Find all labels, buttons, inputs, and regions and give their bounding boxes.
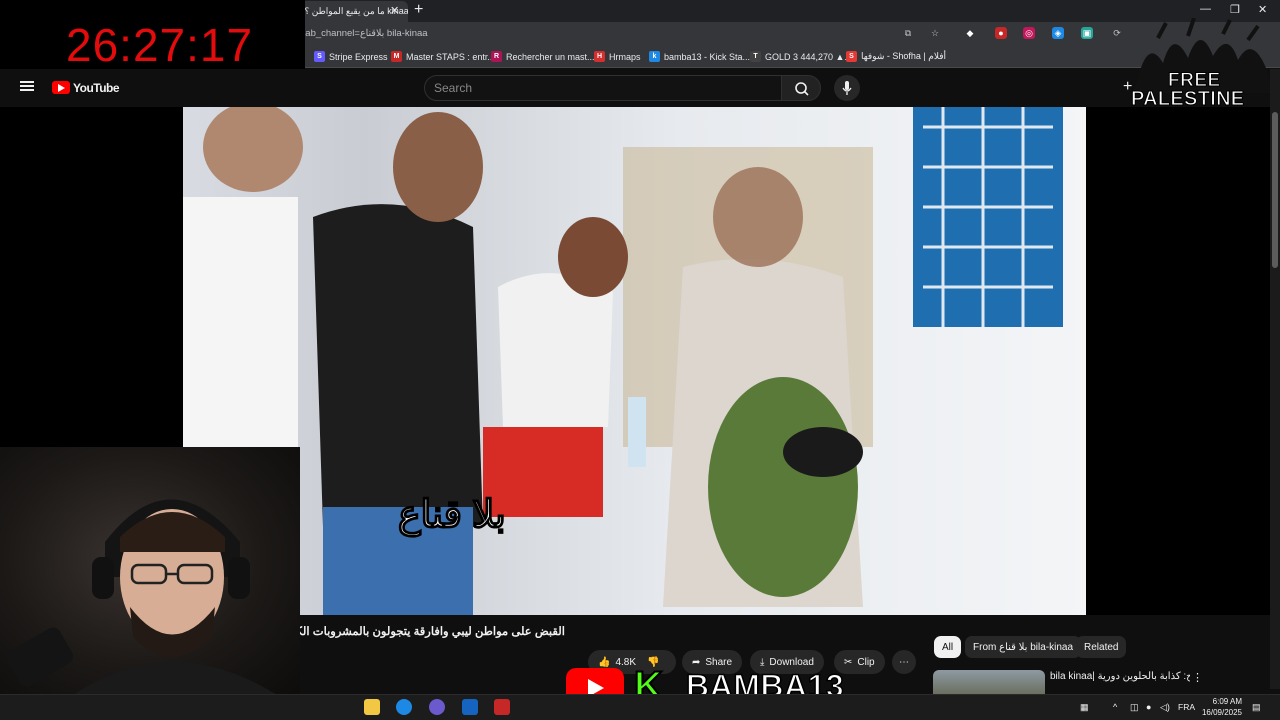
stripe-icon: S xyxy=(314,51,325,62)
chip-from-channel[interactable]: From بلا قناع bila-kinaa xyxy=(965,636,1082,658)
extension-red-icon[interactable]: ● xyxy=(995,27,1007,39)
bookmark-item[interactable]: M Master STAPS : entr... xyxy=(391,51,495,62)
voice-search-button[interactable] xyxy=(834,75,860,101)
stream-timer: 26:27:17 xyxy=(66,19,254,71)
extension-pink-icon[interactable]: ◎ xyxy=(1023,27,1035,39)
video-frame[interactable] xyxy=(183,107,1086,615)
store-icon[interactable] xyxy=(462,699,478,715)
extension-blue-icon[interactable]: ◈ xyxy=(1052,27,1064,39)
staps-icon: M xyxy=(391,51,402,62)
video-title: القبض على مواطن ليبي وافارقة يتجولون بال… xyxy=(270,626,565,638)
search-placeholder: Search xyxy=(434,81,473,95)
search-button[interactable] xyxy=(781,75,821,101)
video-burned-caption: بلا قناع xyxy=(397,493,506,537)
streamer-webcam xyxy=(0,447,300,697)
scrollbar-thumb[interactable] xyxy=(1272,112,1278,268)
more-icon: ⋯ xyxy=(899,656,909,668)
hrmaps-icon: H xyxy=(594,51,605,62)
chip-related[interactable]: Related xyxy=(1076,636,1127,658)
youtube-wordmark[interactable]: YouTube xyxy=(73,81,120,95)
browser-app-icon[interactable] xyxy=(429,699,445,715)
microphone-icon xyxy=(842,81,852,95)
kick-icon: k xyxy=(649,51,660,62)
share-icon: ➦ xyxy=(692,656,701,668)
new-tab-icon[interactable]: + xyxy=(414,1,423,19)
minimize-icon[interactable]: — xyxy=(1200,3,1211,15)
tradingview-icon: T xyxy=(750,51,761,62)
like-count: 4.8K xyxy=(615,656,637,668)
tray-expand-icon[interactable]: ^ xyxy=(1113,702,1117,712)
bookmark-item[interactable]: S Stripe Express xyxy=(314,51,388,62)
scissors-icon: ✂ xyxy=(844,656,853,668)
related-video-title[interactable]: bila kinaa| صالح: كذابة بالحلوين دورية xyxy=(1050,671,1190,682)
extensions-puzzle-icon[interactable]: ⟳ xyxy=(1111,27,1123,39)
bookmark-star-icon[interactable]: ☆ xyxy=(929,27,941,39)
network-icon[interactable]: ◫ xyxy=(1130,702,1139,713)
youtube-play-glyph xyxy=(58,84,65,92)
window-close-icon[interactable]: ✕ xyxy=(1258,3,1267,16)
video-scene xyxy=(183,107,1063,615)
url-text[interactable]: ?ab_channel=بلاقناع bila-kinaa xyxy=(300,28,428,39)
chip-all[interactable]: All xyxy=(934,636,962,658)
taskbar-clock[interactable]: 6:09 AM 16/09/2025 xyxy=(1200,696,1242,718)
bookmark-item[interactable]: T GOLD 3 444,270 ▲... xyxy=(750,51,852,62)
thumbs-up-icon: 👍 xyxy=(598,656,611,668)
webcam-scene xyxy=(6,499,280,697)
search-icon xyxy=(795,82,809,96)
shofha-icon: S xyxy=(846,51,857,62)
extension-teal-icon[interactable]: ▣ xyxy=(1081,27,1093,39)
edge-icon[interactable] xyxy=(396,699,412,715)
input-language[interactable]: FRA xyxy=(1178,702,1195,712)
keyboard-icon[interactable]: ▦ xyxy=(1080,702,1089,713)
tab-close-icon[interactable]: ✕ xyxy=(390,4,399,17)
related-video-menu-icon[interactable]: ⋮ xyxy=(1192,671,1203,684)
restore-icon[interactable]: ❐ xyxy=(1230,3,1240,16)
volume-icon[interactable]: ◁) xyxy=(1160,702,1170,713)
bookmark-item[interactable]: R Rechercher un mast... xyxy=(491,51,595,62)
search-input[interactable] xyxy=(424,75,782,101)
notifications-icon[interactable]: ▤ xyxy=(1252,702,1261,713)
related-video-thumbnail[interactable] xyxy=(933,670,1045,694)
bookmark-item[interactable]: S شوفها - Shofha | أفلام xyxy=(846,51,946,62)
master-search-icon: R xyxy=(491,51,502,62)
download-icon: ⤓ xyxy=(760,656,765,668)
extension-diamond-icon[interactable]: ◆ xyxy=(964,27,976,39)
obs-overlay-app-icon[interactable] xyxy=(494,699,510,715)
microphone-tray-icon[interactable]: ● xyxy=(1146,702,1151,712)
hamburger-menu-icon[interactable] xyxy=(20,81,34,91)
clock-time: 6:09 AM xyxy=(1212,697,1242,706)
clock-date: 16/09/2025 xyxy=(1201,708,1242,717)
bookmark-item[interactable]: H Hrmaps xyxy=(594,51,641,62)
more-actions-button[interactable]: ⋯ xyxy=(892,650,916,674)
install-app-icon[interactable]: ⧉ xyxy=(902,27,914,39)
file-explorer-icon[interactable] xyxy=(364,699,380,715)
bookmark-item[interactable]: k bamba13 - Kick Sta... xyxy=(649,51,750,62)
